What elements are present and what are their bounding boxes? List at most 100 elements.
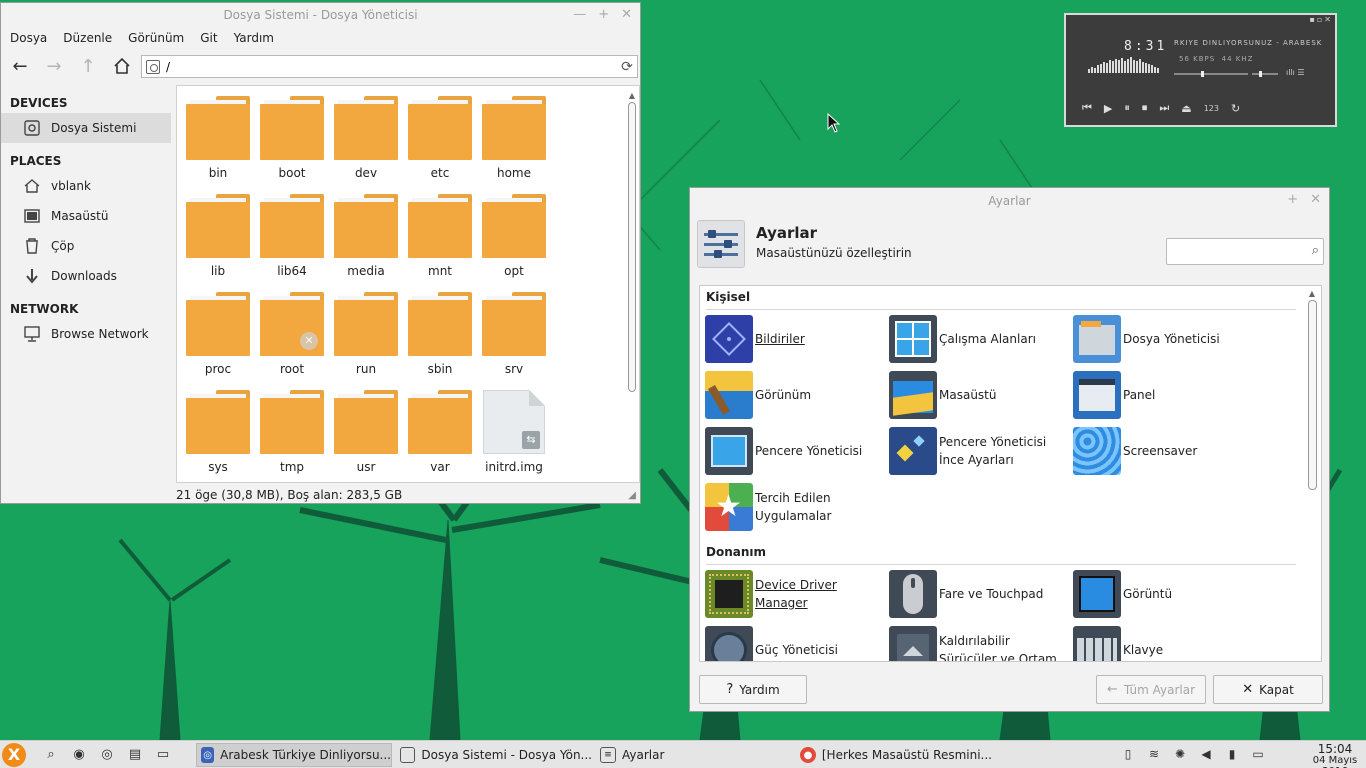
window-title-bar[interactable]: Ayarlar + ✕ (690, 188, 1329, 214)
forward-arrow-icon[interactable]: → (43, 55, 65, 77)
repeat-icon[interactable]: ↻ (1231, 102, 1240, 115)
show-desktop-icon[interactable]: ▭ (1250, 745, 1266, 763)
firefox-icon[interactable]: ◉ (70, 745, 88, 763)
file-item[interactable]: srv (477, 290, 551, 388)
help-button[interactable]: ? Yardım (699, 675, 807, 704)
file-item[interactable]: home (477, 94, 551, 192)
settings-item[interactable]: Güç Yöneticisi (705, 626, 885, 661)
close-icon[interactable]: ✕ (621, 3, 632, 27)
file-item[interactable]: run (329, 290, 403, 388)
menu-yardim[interactable]: Yardım (234, 31, 274, 45)
settings-item[interactable]: Bildiriler (705, 315, 885, 363)
search-input[interactable] (1171, 239, 1301, 263)
sidebar-item-dosya-sistemi[interactable]: Dosya Sistemi (1, 113, 171, 143)
settings-search[interactable]: ⌕ (1166, 238, 1324, 265)
file-item[interactable]: var (403, 388, 477, 482)
pause-icon[interactable]: ⏸ (1124, 101, 1130, 115)
file-item[interactable]: dev (329, 94, 403, 192)
file-item[interactable]: usr (329, 388, 403, 482)
menu-duzenle[interactable]: Düzenle (63, 31, 112, 45)
file-manager-icon[interactable]: ▤ (126, 745, 144, 763)
file-item[interactable]: opt (477, 192, 551, 290)
location-bar[interactable]: ⟳ (141, 55, 638, 78)
menu-git[interactable]: Git (200, 31, 217, 45)
file-item[interactable]: ⇆ initrd.img (477, 388, 551, 482)
close-icon[interactable]: ✕ (1310, 187, 1321, 213)
file-item[interactable]: proc (181, 290, 255, 388)
maximize-icon[interactable]: + (1287, 187, 1298, 213)
search-icon[interactable]: ⌕ (1312, 243, 1319, 258)
settings-item[interactable]: Device Driver Manager (705, 570, 885, 618)
eject-icon[interactable]: ⏏ (1181, 102, 1191, 115)
file-item[interactable]: media (329, 192, 403, 290)
task-settings[interactable]: ≡ Ayarlar (596, 743, 792, 767)
file-item[interactable]: tmp (255, 388, 329, 482)
maximize-icon[interactable]: + (598, 3, 609, 27)
battery-icon[interactable]: ▮ (1224, 745, 1240, 763)
task-browser[interactable]: ● [Herkes Masaüstü Resmini... (796, 743, 992, 767)
sidebar-item-cop[interactable]: Çöp (1, 231, 171, 261)
settings-item[interactable]: ★ Tercih Edilen Uygulamalar (705, 483, 885, 531)
home-button-icon[interactable] (111, 55, 133, 77)
terminal-icon[interactable]: ▭ (154, 745, 172, 763)
file-item[interactable]: bin (181, 94, 255, 192)
file-item[interactable]: mnt (403, 192, 477, 290)
settings-item[interactable]: Panel (1073, 371, 1253, 419)
menu-dosya[interactable]: Dosya (10, 31, 47, 45)
scrollbar-thumb[interactable] (628, 102, 636, 392)
network-wireless-icon[interactable]: ≋ (1146, 745, 1162, 763)
scrollbar[interactable]: ▲ (627, 92, 637, 478)
settings-item[interactable]: Pencere Yöneticisi İnce Ayarları (889, 427, 1069, 475)
location-input[interactable] (166, 59, 617, 74)
next-icon[interactable]: ⏭ (1159, 101, 1169, 115)
sidebar-item-masaustu[interactable]: Masaüstü (1, 201, 171, 231)
equalizer-icon[interactable]: ıllı ☰ (1286, 68, 1305, 77)
start-menu-button[interactable]: X (2, 743, 26, 767)
file-manager-window[interactable]: Dosya Sistemi - Dosya Yöneticisi — + ✕ D… (0, 2, 641, 504)
file-item[interactable]: lib64 (255, 192, 329, 290)
up-arrow-icon[interactable]: ↑ (77, 55, 99, 77)
back-arrow-icon[interactable]: ← (9, 55, 31, 77)
seek-slider[interactable] (1174, 71, 1248, 77)
sidebar-item-vblank[interactable]: vblank (1, 171, 171, 201)
task-file-manager[interactable]: Dosya Sistemi - Dosya Yön... (396, 743, 592, 767)
chrome-icon[interactable]: ◎ (98, 745, 116, 763)
volume-slider[interactable] (1252, 71, 1278, 77)
stop-icon[interactable]: ⏹ (1142, 101, 1148, 115)
settings-item[interactable]: Çalışma Alanları (889, 315, 1069, 363)
settings-window[interactable]: Ayarlar + ✕ Ayarlar Masaüstünüzü özelleş… (689, 187, 1330, 712)
settings-item[interactable]: Klavye (1073, 626, 1253, 661)
player-window-controls[interactable]: ▪▫✕ (1309, 15, 1333, 24)
clipboard-icon[interactable]: ▯ (1120, 745, 1136, 763)
settings-item[interactable]: Dosya Yöneticisi (1073, 315, 1253, 363)
file-item[interactable]: etc (403, 94, 477, 192)
file-view[interactable]: bin boot dev etc home lib lib64 media mnt opt proc… (176, 85, 640, 483)
scrollbar-thumb[interactable] (1307, 300, 1317, 490)
file-item[interactable]: sbin (403, 290, 477, 388)
settings-item[interactable]: Masaüstü (889, 371, 1069, 419)
minimize-icon[interactable]: — (573, 3, 586, 27)
file-item[interactable]: boot (255, 94, 329, 192)
media-player[interactable]: ▪▫✕ 8:31 RKIYE DINLIYORSUNUZ - ARABESK 5… (1064, 13, 1337, 127)
file-item[interactable]: sys (181, 388, 255, 482)
scrollbar[interactable]: ▲ (1307, 290, 1317, 660)
settings-item[interactable]: Pencere Yöneticisi (705, 427, 885, 475)
all-settings-button[interactable]: ← Tüm Ayarlar (1096, 675, 1206, 704)
pinwheel-icon[interactable]: ✺ (1172, 745, 1188, 763)
task-arabesk[interactable]: ◎ Arabesk Türkiye Dinliyorsu... (196, 743, 392, 767)
resize-grip-icon[interactable]: ◢ (628, 490, 636, 501)
sidebar-item-browse-network[interactable]: Browse Network (1, 319, 171, 349)
file-item[interactable]: lib (181, 192, 255, 290)
previous-icon[interactable]: ⏮ (1082, 101, 1092, 115)
settings-item[interactable]: Görüntü (1073, 570, 1253, 618)
clock[interactable]: 15:04 04 Mayıs 2016 (1304, 742, 1366, 768)
settings-item[interactable]: Fare ve Touchpad (889, 570, 1069, 618)
settings-item[interactable]: Kaldırılabilir Sürücüler ve Ortam (889, 626, 1069, 661)
settings-item[interactable]: Screensaver (1073, 427, 1253, 475)
volume-icon[interactable]: ◀ (1198, 745, 1214, 763)
settings-item[interactable]: Görünüm (705, 371, 885, 419)
window-title-bar[interactable]: Dosya Sistemi - Dosya Yöneticisi — + ✕ (1, 3, 640, 27)
play-icon[interactable]: ▶ (1104, 102, 1112, 115)
reload-icon[interactable]: ⟳ (617, 59, 637, 75)
menu-gorunum[interactable]: Görünüm (128, 31, 184, 45)
